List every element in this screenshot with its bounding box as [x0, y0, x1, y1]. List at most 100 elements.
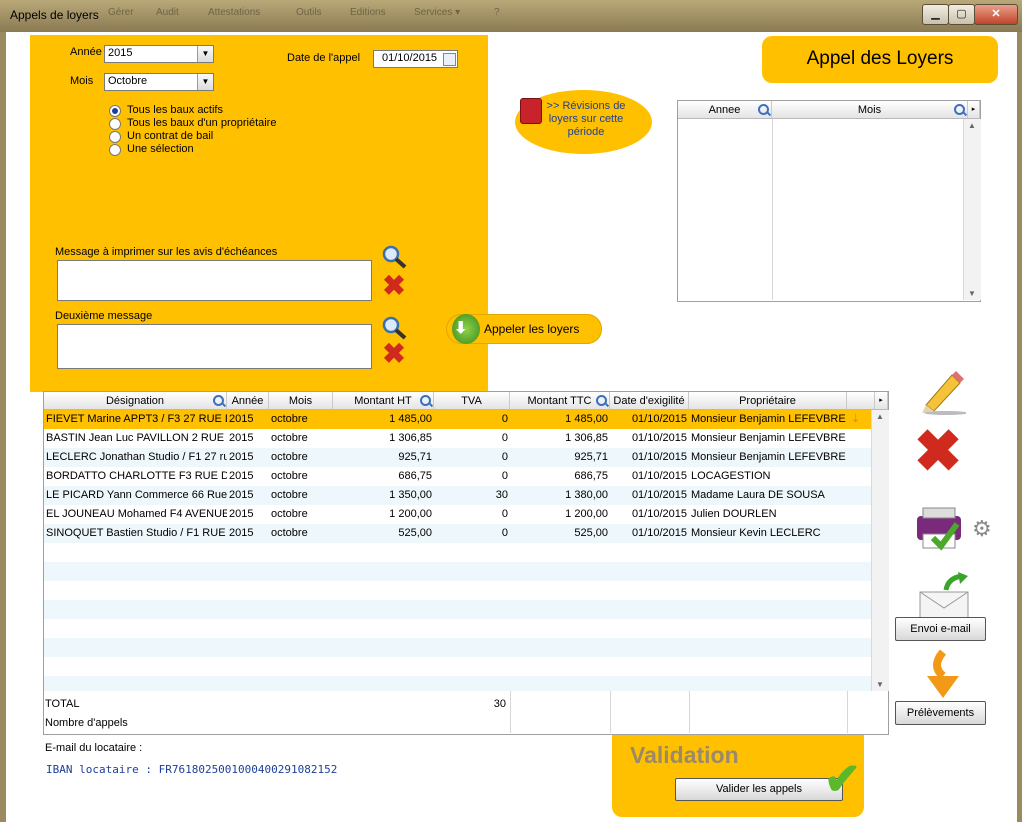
search-icon[interactable] [213, 395, 224, 406]
column-header-date-exigibilite[interactable]: Date d'exigilité [610, 392, 689, 410]
scroll-up-icon[interactable]: ▲ [968, 121, 976, 130]
clear-icon[interactable]: ✖ [380, 340, 408, 368]
printer-icon[interactable] [911, 502, 967, 554]
date-label: Date de l'appel [287, 52, 361, 64]
table-row[interactable]: LE PICARD Yann Commerce 66 Rue d 2015 octo… [44, 486, 888, 505]
minimize-button[interactable]: ▁ [922, 4, 949, 25]
vertical-scrollbar[interactable]: ▲ ▼ [871, 410, 889, 691]
radio-tous-baux[interactable] [109, 105, 121, 117]
empty-row[interactable] [44, 562, 888, 581]
cell-date: 01/10/2015 [631, 489, 687, 501]
cell-mois: octobre [271, 451, 308, 463]
column-header-tva[interactable]: TVA [434, 392, 510, 410]
empty-row[interactable] [44, 657, 888, 676]
column-label: Montant HT [354, 395, 412, 407]
scroll-right-icon[interactable]: ▸ [968, 101, 980, 119]
cell-designation: SINOQUET Bastien Studio / F1 RUE D [46, 527, 227, 539]
cell-ht: 1 200,00 [389, 508, 432, 520]
total-label: TOTAL [45, 698, 80, 710]
prelevements-button[interactable]: Prélèvements [895, 701, 986, 725]
radio-label: Un contrat de bail [127, 130, 214, 142]
column-label: Désignation [105, 395, 165, 407]
table-row[interactable]: EL JOUNEAU Mohamed F4 AVENUE DI 2015 octob… [44, 505, 888, 524]
ghost-menu-item: Services ▾ [414, 7, 461, 18]
calendar-icon[interactable] [443, 53, 456, 66]
search-icon[interactable] [596, 395, 607, 406]
main-client-area: Année 2015 ▼ Mois Octobre ▼ Date de l'ap… [6, 32, 1017, 822]
table-row[interactable]: BASTIN Jean Luc PAVILLON 2 RUE FE 2015 oct… [44, 429, 888, 448]
search-icon[interactable] [380, 244, 408, 270]
appels-table[interactable]: Désignation Année Mois Montant HT TVA Mo… [43, 391, 889, 735]
cell-date: 01/10/2015 [631, 432, 687, 444]
table-row[interactable]: SINOQUET Bastien Studio / F1 RUE D 2015 oc… [44, 524, 888, 543]
message1-label: Message à imprimer sur les avis d'échéan… [55, 246, 278, 258]
cell-tva: 0 [501, 508, 508, 520]
nombre-appels-label: Nombre d'appels [45, 717, 128, 729]
empty-row[interactable] [44, 638, 888, 657]
empty-row[interactable] [44, 543, 888, 562]
empty-row[interactable] [44, 581, 888, 600]
column-header-designation[interactable]: Désignation [44, 392, 227, 410]
column-header-montant-ttc[interactable]: Montant TTC [510, 392, 610, 410]
empty-row[interactable] [44, 600, 888, 619]
column-header-mois[interactable]: Mois [269, 392, 333, 410]
table-row[interactable]: LECLERC Jonathan Studio / F1 27 ru 2015 oc… [44, 448, 888, 467]
search-icon[interactable] [954, 104, 965, 115]
column-header-montant-ht[interactable]: Montant HT [333, 392, 434, 410]
clear-icon[interactable]: ✖ [380, 272, 408, 300]
valider-appels-button[interactable]: Valider les appels [675, 778, 843, 801]
revisions-grid[interactable]: Annee Mois ▸ ▲ ▼ [677, 100, 981, 302]
empty-row[interactable] [44, 676, 888, 691]
cell-ttc: 1 380,00 [565, 489, 608, 501]
chevron-down-icon[interactable]: ▼ [197, 74, 213, 90]
email-locataire-label: E-mail du locataire : [45, 742, 143, 754]
column-header-annee[interactable]: Année [227, 392, 269, 410]
date-value: 01/10/2015 [382, 52, 438, 64]
column-label: Date d'exigilité [613, 395, 685, 407]
cell-ttc: 686,75 [574, 470, 608, 482]
radio-label: Une sélection [127, 143, 194, 155]
radio-baux-proprietaire[interactable] [109, 118, 121, 130]
cell-mois: octobre [271, 413, 308, 425]
column-header-annee[interactable]: Annee [678, 101, 772, 119]
cell-ttc: 1 200,00 [565, 508, 608, 520]
settings-icon[interactable]: ⚙ [972, 516, 992, 542]
empty-row[interactable] [44, 619, 888, 638]
chevron-down-icon[interactable]: ▼ [197, 46, 213, 62]
ghost-menu-item: Attestations [208, 7, 261, 18]
vertical-scrollbar[interactable]: ▲ ▼ [963, 119, 981, 300]
column-header-proprietaire[interactable]: Propriétaire [689, 392, 847, 410]
message2-input[interactable] [57, 324, 372, 369]
maximize-button[interactable]: ▢ [948, 4, 975, 25]
cell-ttc: 1 306,85 [565, 432, 608, 444]
cell-tva: 0 [501, 432, 508, 444]
message1-input[interactable] [57, 260, 372, 301]
scroll-down-icon[interactable]: ▼ [876, 680, 884, 689]
row-arrow-icon: ⇣ [851, 413, 861, 425]
close-button[interactable]: ✕ [974, 4, 1018, 25]
envoi-email-button[interactable]: Envoi e-mail [895, 617, 986, 641]
cell-designation: LECLERC Jonathan Studio / F1 27 ru [46, 451, 227, 463]
cell-mois: octobre [271, 508, 308, 520]
cell-annee: 2015 [229, 432, 254, 444]
pencil-icon[interactable] [916, 365, 966, 415]
search-icon[interactable] [420, 395, 431, 406]
radio-contrat-bail[interactable] [109, 131, 121, 143]
mois-select[interactable]: Octobre ▼ [104, 73, 214, 91]
date-input[interactable]: 01/10/2015 [373, 50, 458, 68]
total-tva: 30 [493, 698, 506, 710]
table-row[interactable]: FIEVET Marine APPT3 / F3 27 RUE DE 2015 oc… [44, 410, 888, 429]
scroll-down-icon[interactable]: ▼ [968, 289, 976, 298]
scroll-right-icon[interactable]: ▸ [875, 392, 888, 410]
cell-tva: 0 [501, 470, 508, 482]
annee-select[interactable]: 2015 ▼ [104, 45, 214, 63]
search-icon[interactable] [758, 104, 769, 115]
table-row[interactable]: BORDATTO CHARLOTTE F3 RUE DU C2015 octobr… [44, 467, 888, 486]
cell-designation: FIEVET Marine APPT3 / F3 27 RUE DE [46, 413, 227, 425]
ghost-menu-item: Gérer [108, 7, 134, 18]
column-header-mois[interactable]: Mois [772, 101, 968, 119]
delete-icon[interactable]: ✖ [908, 422, 968, 482]
radio-selection[interactable] [109, 144, 121, 156]
scroll-up-icon[interactable]: ▲ [876, 412, 884, 421]
window-title: Appels de loyers [10, 8, 99, 22]
